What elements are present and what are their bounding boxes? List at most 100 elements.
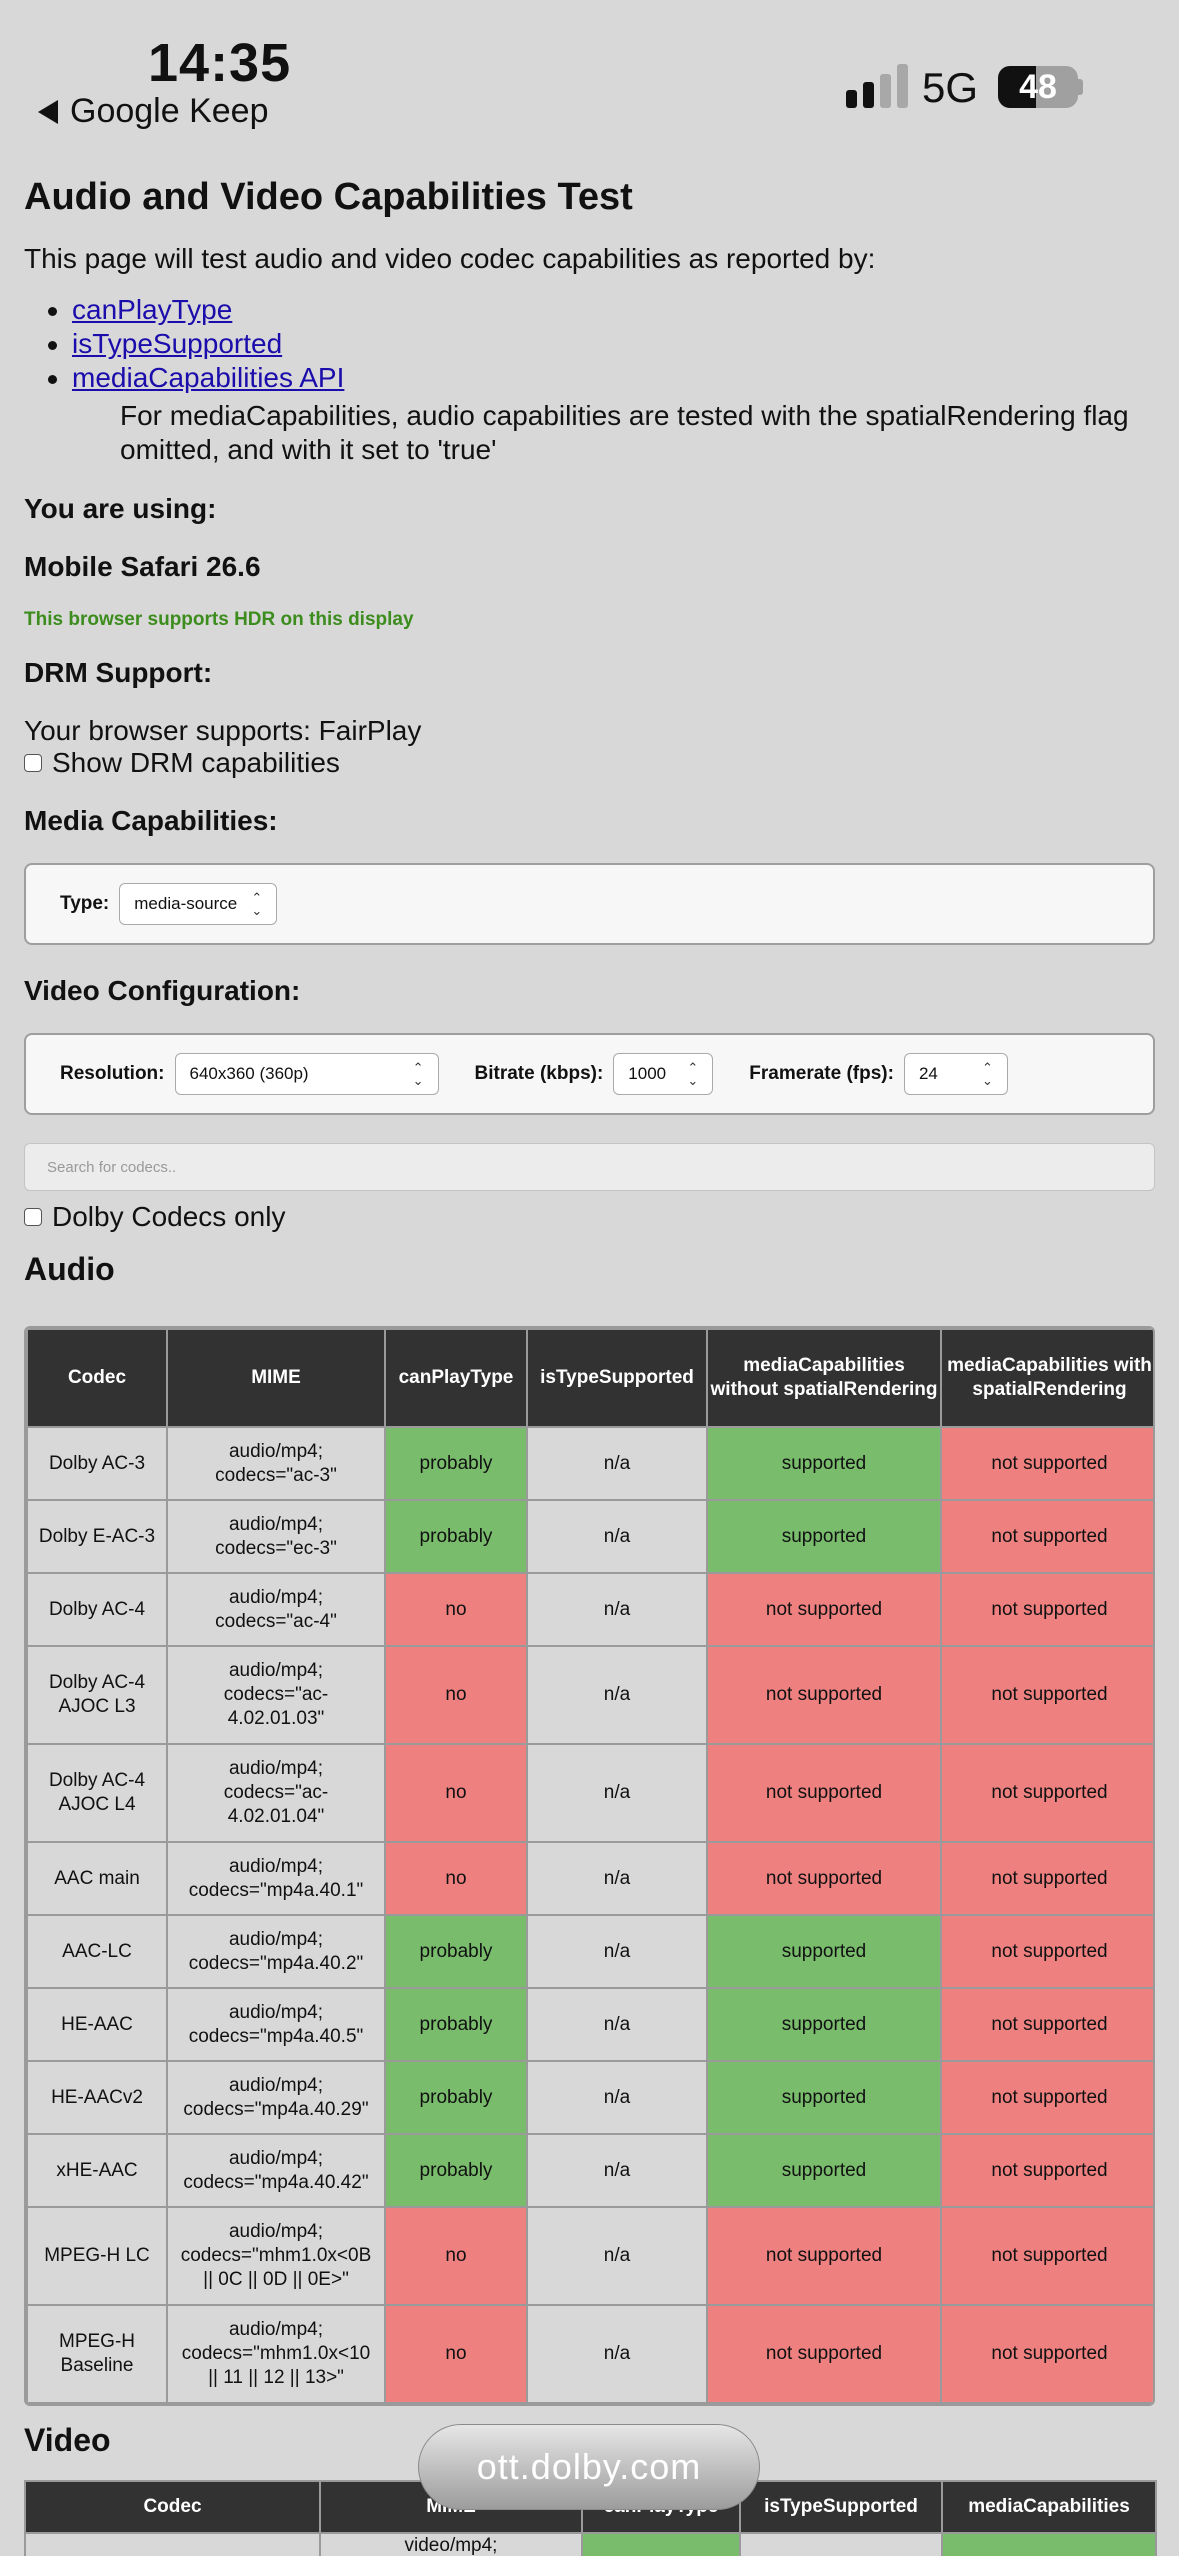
table-cell: probably [384, 2060, 528, 2135]
table-cell: not supported [940, 1914, 1153, 1989]
table-cell: no [384, 1743, 528, 1843]
table-cell: not supported [940, 1572, 1153, 1647]
page-content: Audio and Video Capabilities Test This p… [24, 176, 1155, 1288]
link-canplaytype[interactable]: canPlayType [72, 294, 232, 325]
table-cell: not supported [706, 1743, 942, 1843]
table-cell: AAC main [26, 1841, 168, 1916]
drm-heading: DRM Support: [24, 657, 213, 688]
spatial-rendering-note: For mediaCapabilities, audio capabilitie… [120, 400, 1129, 465]
table-cell: audio/mp4; codecs="mhm1.0x<10 || 11 || 1… [166, 2304, 386, 2404]
table-cell [24, 2532, 321, 2556]
table-cell: Dolby E-AC-3 [26, 1499, 168, 1574]
show-drm-checkbox-row[interactable]: Show DRM capabilities [24, 747, 1155, 779]
codec-search-input[interactable]: Search for codecs.. [24, 1143, 1155, 1191]
column-header: canPlayType [384, 1328, 528, 1428]
select-arrows-icon: ⌃ ⌄ [412, 1060, 424, 1088]
table-cell: no [384, 2206, 528, 2306]
framerate-select-value: 24 [918, 1064, 938, 1083]
table-cell: video/mp4; [319, 2532, 583, 2556]
table-cell: Dolby AC-4 [26, 1572, 168, 1647]
table-cell: audio/mp4; codecs="mp4a.40.1" [166, 1841, 386, 1916]
table-cell: not supported [706, 1645, 942, 1745]
table-cell: Dolby AC-4 AJOC L3 [26, 1645, 168, 1745]
hdr-status: This browser supports HDR on this displa… [24, 609, 414, 630]
table-cell: not supported [940, 2304, 1153, 2404]
table-row: MPEG-H Baseline audio/mp4; codecs="mhm1.0… [26, 2304, 1153, 2404]
status-time: 14:35 [148, 33, 292, 93]
table-cell: supported [706, 1426, 942, 1501]
table-cell: not supported [940, 1645, 1153, 1745]
list-item: canPlayType [48, 293, 1155, 327]
battery-tip [1078, 79, 1083, 95]
framerate-select[interactable]: 24 ⌃ ⌄ [903, 1053, 1008, 1095]
table-row: HE-AACv2 audio/mp4; codecs="mp4a.40.29" pr… [26, 2060, 1153, 2135]
table-cell: not supported [940, 2060, 1153, 2135]
table-cell: probably [384, 1987, 528, 2062]
media-capabilities-heading: Media Capabilities: [24, 805, 278, 836]
drm-support-text: Your browser supports: FairPlay [24, 715, 422, 746]
bitrate-select-value: 1000 [628, 1064, 667, 1083]
cellular-signal-icon [846, 64, 908, 108]
api-link-list: canPlayType isTypeSupported mediaCapabil… [48, 293, 1155, 395]
audio-table-header-row: Codec MIME canPlayType isTypeSupported media… [26, 1328, 1153, 1428]
dolby-only-checkbox-row[interactable]: Dolby Codecs only [24, 1201, 1155, 1233]
table-cell [941, 2532, 1157, 2556]
status-bar: 14:35 Google Keep 5G 48 [0, 0, 1179, 130]
show-drm-checkbox[interactable] [24, 754, 42, 772]
table-cell: not supported [940, 1987, 1153, 2062]
column-header: Codec [26, 1328, 168, 1428]
column-header: MIME [166, 1328, 386, 1428]
column-header: mediaCapabilities without spatialRenderi… [706, 1328, 942, 1428]
table-cell: audio/mp4; codecs="ac-4.02.01.04" [166, 1743, 386, 1843]
framerate-label: Framerate (fps): [749, 1063, 894, 1084]
table-cell: audio/mp4; codecs="ac-4.02.01.03" [166, 1645, 386, 1745]
column-header: mediaCapabilities [941, 2480, 1157, 2534]
resolution-select[interactable]: 640x360 (360p) ⌃ ⌄ [174, 1053, 439, 1095]
type-select[interactable]: media-source ⌃ ⌄ [119, 883, 278, 925]
type-panel: Type: media-source ⌃ ⌄ [24, 863, 1155, 945]
table-cell: audio/mp4; codecs="mp4a.40.42" [166, 2133, 386, 2208]
table-cell: n/a [526, 1743, 708, 1843]
video-heading-wrap: Video [24, 2422, 111, 2459]
table-cell: n/a [526, 1426, 708, 1501]
resolution-label: Resolution: [60, 1063, 165, 1084]
table-row: AAC main audio/mp4; codecs="mp4a.40.1" no n… [26, 1841, 1153, 1916]
table-cell: not supported [706, 2206, 942, 2306]
browser-name: Mobile Safari 26.6 [24, 551, 261, 582]
table-cell: Dolby AC-3 [26, 1426, 168, 1501]
select-arrows-icon: ⌃ ⌄ [982, 1060, 993, 1088]
table-cell: audio/mp4; codecs="ac-3" [166, 1426, 386, 1501]
table-cell: not supported [706, 1572, 942, 1647]
table-cell: audio/mp4; codecs="ac-4" [166, 1572, 386, 1647]
url-bar-pill[interactable]: ott.dolby.com [418, 2424, 760, 2510]
bitrate-select[interactable]: 1000 ⌃ ⌄ [613, 1053, 714, 1095]
table-cell: MPEG-H LC [26, 2206, 168, 2306]
table-cell [739, 2532, 943, 2556]
table-cell: not supported [940, 1743, 1153, 1843]
link-istypesupported[interactable]: isTypeSupported [72, 328, 282, 359]
table-cell [581, 2532, 741, 2556]
video-config-panel: Resolution: 640x360 (360p) ⌃ ⌄ Bitrate (k… [24, 1033, 1155, 1115]
table-row: Dolby AC-4 audio/mp4; codecs="ac-4" no n/a n… [26, 1572, 1153, 1647]
dolby-only-checkbox[interactable] [24, 1208, 42, 1226]
table-cell: no [384, 2304, 528, 2404]
table-cell: audio/mp4; codecs="mp4a.40.29" [166, 2060, 386, 2135]
table-row: xHE-AAC audio/mp4; codecs="mp4a.40.42" pro… [26, 2133, 1153, 2208]
table-cell: n/a [526, 1645, 708, 1745]
table-cell: supported [706, 1987, 942, 2062]
list-item: mediaCapabilities API [48, 361, 1155, 395]
table-cell: n/a [526, 2133, 708, 2208]
link-mediacapabilities[interactable]: mediaCapabilities API [72, 362, 344, 393]
bitrate-label: Bitrate (kbps): [474, 1063, 604, 1084]
column-header: mediaCapabilities with spatialRendering [940, 1328, 1153, 1428]
using-heading: You are using: [24, 493, 217, 524]
audio-heading: Audio [24, 1251, 115, 1287]
column-header: Codec [24, 2480, 321, 2534]
table-cell: audio/mp4; codecs="mhm1.0x<0B || 0C || 0… [166, 2206, 386, 2306]
back-to-app-button[interactable]: Google Keep [38, 92, 269, 131]
table-cell: not supported [940, 1499, 1153, 1574]
battery-icon: 48 [998, 66, 1078, 108]
select-arrows-icon: ⌃ ⌄ [251, 890, 263, 918]
table-cell: not supported [940, 2133, 1153, 2208]
table-cell: supported [706, 1914, 942, 1989]
